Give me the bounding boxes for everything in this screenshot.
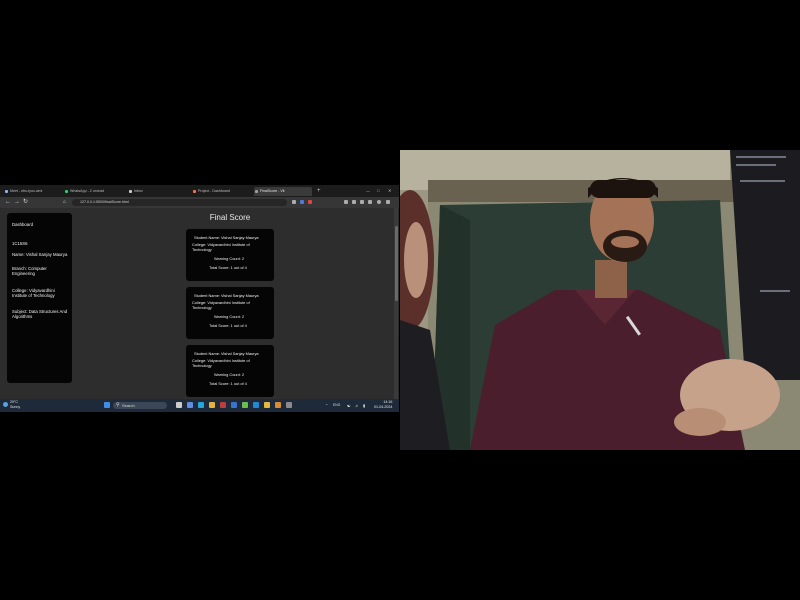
webcam-image bbox=[400, 150, 800, 450]
sidebar-item-college: College: Vidyavardhini Institute of Tech… bbox=[12, 288, 55, 299]
sidebar-item-name: Name: Vishal Sanjay Maurya bbox=[12, 252, 68, 257]
profile-icon[interactable] bbox=[377, 200, 381, 204]
browser-tab-active[interactable]: FinalScore - Vit bbox=[254, 187, 312, 196]
shared-screen: Meet - ebs-tyoc-wmi WhatsApp - 2 unread … bbox=[0, 185, 399, 412]
wifi-icon[interactable]: ☯ bbox=[347, 403, 351, 408]
tray-lang[interactable]: ENG bbox=[333, 403, 340, 407]
app-icon[interactable] bbox=[275, 402, 281, 408]
browser-tab[interactable]: Project - Dashboard bbox=[192, 187, 256, 196]
student-name: Student Name: Vishal Sanjay Maurya bbox=[194, 351, 259, 356]
browser-tab[interactable]: Meet - ebs-tyoc-wmi bbox=[4, 187, 68, 196]
sidebar: Dashboard 1C16S6 Name: Vishal Sanjay Mau… bbox=[7, 213, 72, 383]
vertical-scrollbar[interactable] bbox=[394, 208, 398, 399]
bookmark-icon[interactable] bbox=[344, 200, 348, 204]
tab-favicon-icon bbox=[65, 190, 68, 193]
store-icon[interactable] bbox=[242, 402, 248, 408]
chrome-icon[interactable] bbox=[209, 402, 215, 408]
warning-count: Warning Count: 2 bbox=[214, 314, 245, 319]
new-tab-button[interactable]: + bbox=[317, 188, 321, 194]
vscode-icon[interactable] bbox=[253, 402, 259, 408]
edge-icon[interactable] bbox=[198, 402, 204, 408]
page-title: Final Score bbox=[209, 213, 251, 222]
college-name: College: Vidyavardhini Institute of Tech… bbox=[192, 358, 250, 368]
volume-icon[interactable]: ♬ bbox=[355, 403, 359, 408]
sidebar-item-branch: Branch: Computer Engineering bbox=[12, 266, 47, 277]
extension-icon[interactable] bbox=[300, 200, 304, 204]
sidebar-item-dashboard[interactable]: Dashboard bbox=[12, 222, 70, 227]
close-icon[interactable]: ✕ bbox=[388, 188, 391, 193]
app-icon[interactable] bbox=[220, 402, 226, 408]
favorites-icon[interactable] bbox=[360, 200, 364, 204]
browser-tab[interactable]: WhatsApp - 2 unread bbox=[64, 187, 128, 196]
address-bar-row: ← → ↻ ⌂ 127.0.0.1:5500/finalScore.html bbox=[0, 197, 399, 208]
split-view-icon[interactable] bbox=[352, 200, 356, 204]
sidebar-item-id: 1C16S6 bbox=[12, 241, 28, 246]
camera-feed bbox=[400, 150, 800, 450]
tab-favicon-icon bbox=[193, 190, 196, 193]
minimize-icon[interactable]: — bbox=[366, 188, 370, 193]
total-score: Total Score: 1 out of 4 bbox=[209, 323, 247, 328]
tab-favicon-icon bbox=[129, 190, 132, 193]
tab-favicon-icon bbox=[255, 190, 258, 193]
sidebar-item-subject: Subject: Data Structures And Algorithms bbox=[12, 309, 68, 320]
home-icon[interactable]: ⌂ bbox=[63, 199, 66, 206]
score-card: Student Name: Vishal Sanjay Maurya Colle… bbox=[186, 229, 274, 281]
browser-tab-bar: Meet - ebs-tyoc-wmi WhatsApp - 2 unread … bbox=[0, 185, 399, 197]
file-explorer-icon[interactable] bbox=[264, 402, 270, 408]
extension-icon[interactable] bbox=[292, 200, 296, 204]
mail-icon[interactable] bbox=[231, 402, 237, 408]
task-view-icon[interactable] bbox=[176, 402, 182, 408]
warning-count: Warning Count: 2 bbox=[214, 256, 245, 261]
back-icon[interactable]: ← bbox=[5, 199, 11, 206]
student-name: Student Name: Vishal Sanjay Maurya bbox=[194, 293, 259, 298]
app-icon[interactable] bbox=[286, 402, 292, 408]
windows-taskbar: 29°C Sunny Search ⚲ ⌃ ENG ☯ ♬ ▮ 14:16 01… bbox=[0, 399, 399, 412]
extension-icon[interactable] bbox=[308, 200, 312, 204]
browser-tab[interactable]: Inbox bbox=[128, 187, 190, 196]
college-name: College: Vidyavardhini Institute of Tech… bbox=[192, 300, 250, 310]
college-name: College: Vidyavardhini Institute of Tech… bbox=[192, 242, 250, 252]
taskbar-clock[interactable]: 14:16 01-04-2024 bbox=[374, 400, 392, 410]
forward-icon[interactable]: → bbox=[14, 199, 20, 206]
clock-date: 01-04-2024 bbox=[374, 405, 393, 409]
warning-count: Warning Count: 2 bbox=[214, 372, 245, 377]
total-score: Total Score: 1 out of 4 bbox=[209, 381, 247, 386]
tab-favicon-icon bbox=[5, 190, 8, 193]
weather-desc: Sunny bbox=[10, 404, 21, 409]
student-name: Student Name: Vishal Sanjay Maurya bbox=[194, 235, 259, 240]
score-card: Student Name: Vishal Sanjay Maurya Colle… bbox=[186, 287, 274, 339]
taskbar-search[interactable]: Search bbox=[113, 402, 167, 409]
windows-start-icon[interactable] bbox=[104, 402, 110, 408]
score-card: Student Name: Vishal Sanjay Maurya Colle… bbox=[186, 345, 274, 397]
search-icon: ⚲ bbox=[116, 402, 120, 408]
collections-icon[interactable] bbox=[368, 200, 372, 204]
maximize-icon[interactable]: □ bbox=[377, 188, 379, 193]
total-score: Total Score: 1 out of 4 bbox=[209, 265, 247, 270]
weather-icon bbox=[3, 402, 8, 407]
page-viewport: Dashboard 1C16S6 Name: Vishal Sanjay Mau… bbox=[0, 208, 399, 399]
scrollbar-thumb[interactable] bbox=[394, 226, 398, 301]
more-icon[interactable] bbox=[386, 200, 390, 204]
url-input[interactable]: 127.0.0.1:5500/finalScore.html bbox=[72, 199, 287, 206]
tray-chevron-icon[interactable]: ⌃ bbox=[325, 403, 328, 408]
reload-icon[interactable]: ↻ bbox=[23, 199, 28, 206]
battery-icon[interactable]: ▮ bbox=[363, 403, 365, 408]
copilot-icon[interactable] bbox=[187, 402, 193, 408]
